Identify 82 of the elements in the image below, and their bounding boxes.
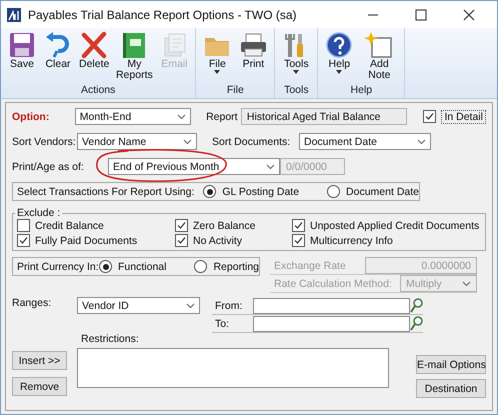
sort-vendors-dropdown[interactable]: Vendor Name <box>77 133 197 150</box>
print-age-dropdown[interactable]: End of Previous Month <box>108 158 280 175</box>
remove-button[interactable]: Remove <box>12 377 67 396</box>
dropdown-arrow-icon <box>336 70 342 74</box>
chevron-icon <box>186 302 195 308</box>
chevron-icon <box>417 138 426 144</box>
sort-documents-dropdown[interactable]: Document Date <box>299 133 431 150</box>
field-label: Option: <box>12 110 50 122</box>
radio-label: Document Date <box>346 186 419 198</box>
maximize-icon[interactable] <box>415 8 427 20</box>
help-icon <box>324 31 354 59</box>
radio-button[interactable] <box>194 260 208 273</box>
printer-icon <box>238 31 268 59</box>
checkbox[interactable] <box>17 234 30 247</box>
lookup-icon[interactable] <box>410 298 423 313</box>
field-label: Restrictions: <box>80 333 140 345</box>
checkbox[interactable] <box>175 219 188 232</box>
field-label: Ranges: <box>12 297 52 309</box>
toolbar-group-label: Help <box>350 84 372 98</box>
checkbox[interactable] <box>423 110 436 123</box>
field-label: Sort Vendors: <box>12 136 77 148</box>
toolbar-button[interactable]: Add Note <box>357 31 402 84</box>
destination-button[interactable]: Destination <box>416 379 486 398</box>
toolbar-button[interactable]: Print <box>235 31 272 84</box>
checkbox-label: Zero Balance <box>193 220 256 232</box>
window-title: Payables Trial Balance Report Options - TWO (sa) <box>28 8 298 22</box>
insert-button[interactable]: Insert >> <box>12 351 67 370</box>
ranges-dropdown[interactable]: Vendor ID <box>77 297 200 314</box>
app-logo-icon <box>7 8 21 22</box>
field-label: Sort Documents: <box>212 136 292 148</box>
toolbar-button[interactable]: Delete <box>76 31 112 84</box>
radio-label: Functional <box>118 260 166 272</box>
dropdown-arrow-icon <box>293 70 300 74</box>
report-field: Historical Aged Trial Balance <box>240 108 408 125</box>
checkbox-label: Unposted Applied Credit Documents <box>310 220 480 232</box>
field-label: Report <box>206 110 239 122</box>
radio-button[interactable] <box>99 260 112 273</box>
input-field[interactable] <box>253 298 410 314</box>
checkbox-label: Credit Balance <box>35 220 104 232</box>
checkbox-label: No Activity <box>193 234 242 246</box>
radio-label: GL Posting Date <box>222 186 300 198</box>
toolbar-group-label: Tools <box>284 84 309 98</box>
date-field: 0/0/0000 <box>280 158 345 175</box>
checkbox[interactable] <box>292 219 305 232</box>
toolbar-group-label: Actions <box>80 84 116 98</box>
email-options-button[interactable]: E-mail Options <box>416 355 486 374</box>
checkbox[interactable] <box>17 219 30 232</box>
option-dropdown[interactable]: Month-End <box>74 108 192 125</box>
dropdown-arrow-icon <box>214 70 220 74</box>
radio-button[interactable] <box>203 185 216 198</box>
checkbox-label: Multicurrency Info <box>310 234 393 246</box>
toolbar-button[interactable]: File <box>199 31 236 84</box>
field-label: From: <box>214 300 244 312</box>
chevron-icon <box>462 280 471 286</box>
toolbar-button[interactable]: My Reports <box>112 31 156 84</box>
checkbox-label: Fully Paid Documents <box>35 234 138 246</box>
field-label: To: <box>214 318 230 330</box>
toolbar-button[interactable]: Help <box>321 31 358 84</box>
field-label: Exchange Rate <box>273 260 347 272</box>
checkbox[interactable] <box>292 234 305 247</box>
toolbar-button[interactable]: Tools <box>278 31 314 84</box>
toolbar-group-label: File <box>226 84 244 98</box>
close-icon[interactable] <box>463 8 475 20</box>
radio-button[interactable] <box>327 185 340 198</box>
group-label: Select Transactions For Report Using: <box>16 186 196 198</box>
checkbox[interactable] <box>175 234 188 247</box>
chevron-icon <box>183 138 192 144</box>
exchange-rate-field: 0.0000000 <box>365 257 477 274</box>
field-label: Print/Age as of: <box>12 160 85 172</box>
group-label: Exclude : <box>16 207 62 219</box>
chevron-icon <box>177 114 186 120</box>
radio-label: Reporting <box>213 260 259 272</box>
toolbar-button[interactable]: Clear <box>40 31 76 84</box>
restrictions-list[interactable] <box>77 348 389 388</box>
group-label: Print Currency In: <box>16 260 100 272</box>
input-field[interactable] <box>253 316 410 332</box>
note-icon <box>364 31 394 59</box>
lookup-icon[interactable] <box>410 316 423 331</box>
chevron-icon <box>266 164 275 170</box>
toolbar-button[interactable]: Save <box>4 31 40 84</box>
field-label: Rate Calculation Method: <box>273 278 393 290</box>
checkbox-label: In Detail <box>441 110 486 124</box>
